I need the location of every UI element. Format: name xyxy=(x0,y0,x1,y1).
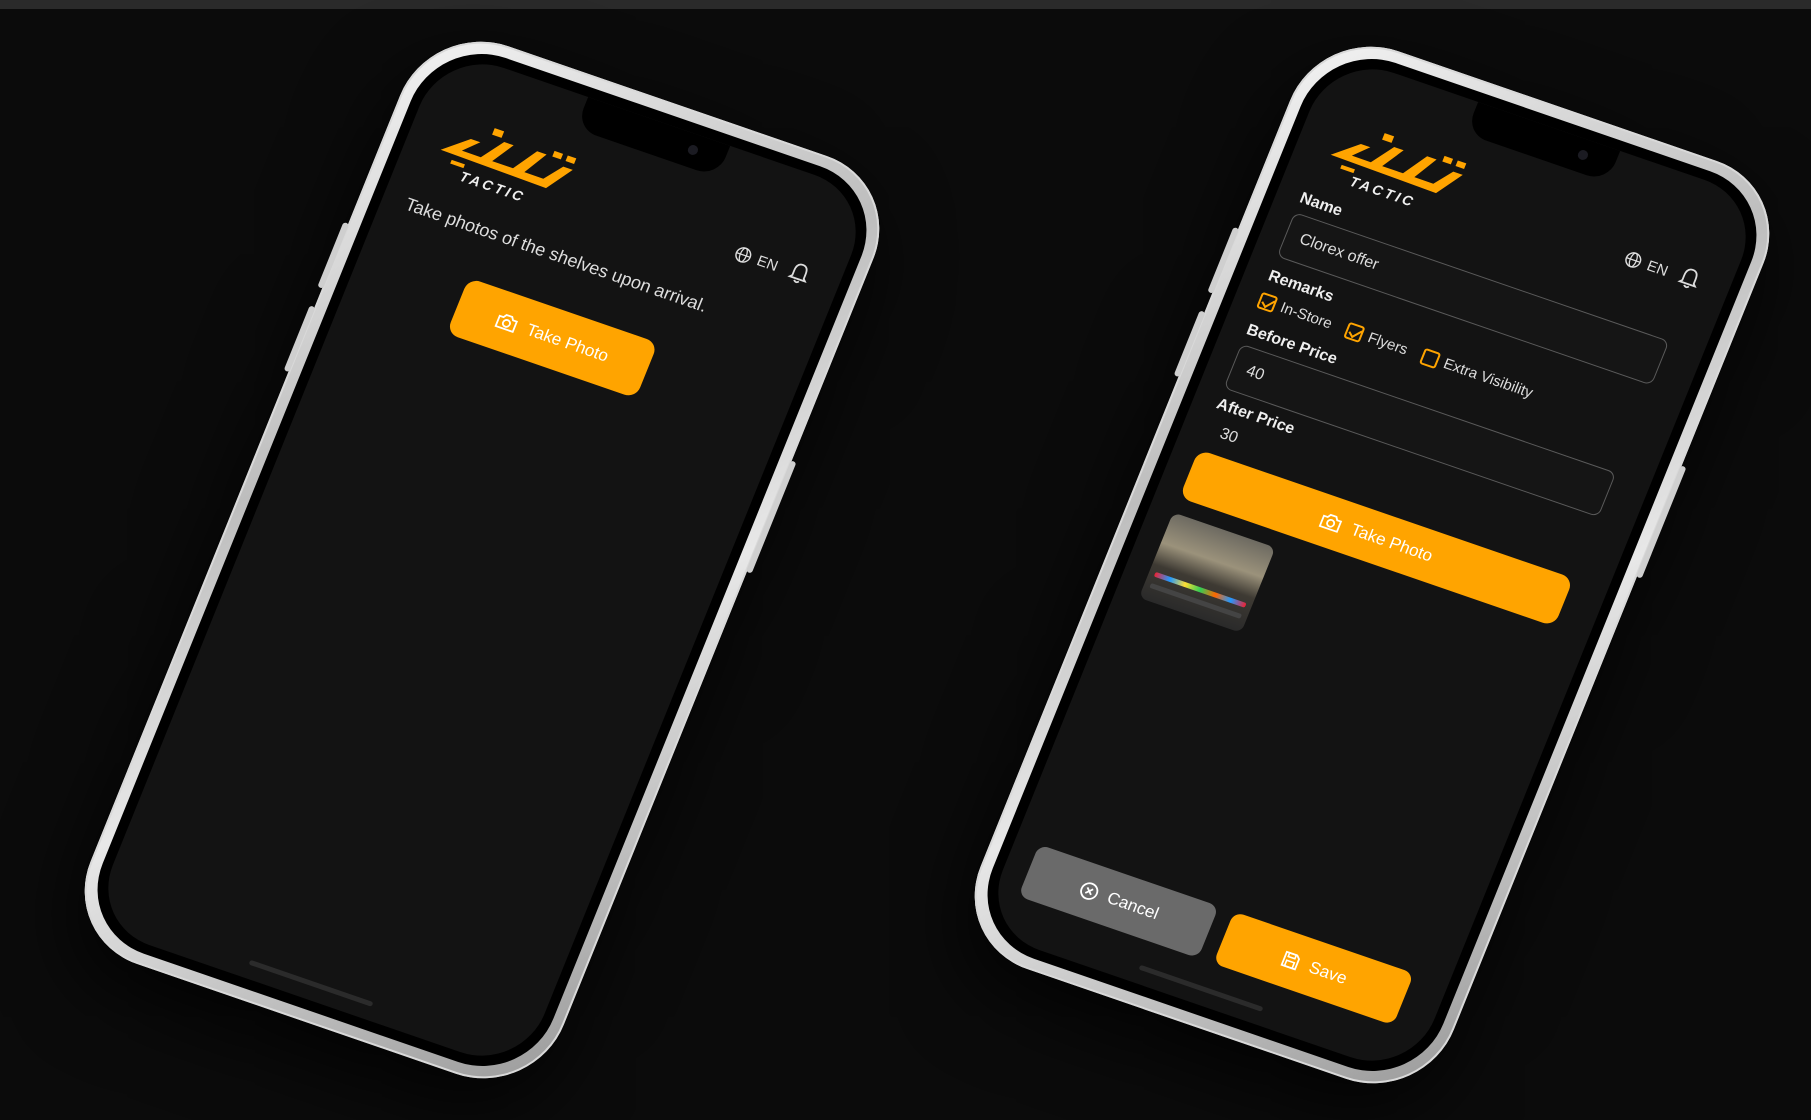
bell-icon[interactable] xyxy=(1675,264,1705,293)
take-photo-button[interactable]: Take Photo xyxy=(446,277,659,399)
camera-icon xyxy=(1319,514,1343,534)
camera-icon xyxy=(494,314,519,334)
phone-screen: TACTIC EN Name Clorex offer Remarks In-S… xyxy=(978,52,1766,1078)
language-selector[interactable]: EN xyxy=(732,244,781,275)
language-selector[interactable]: EN xyxy=(1622,249,1671,280)
notch xyxy=(575,96,731,178)
checkbox-checked[interactable] xyxy=(1256,291,1279,314)
phone-bezel: TACTIC EN Take photos of the shelves upo… xyxy=(75,34,889,1086)
home-indicator xyxy=(248,959,374,1007)
take-photo-label: Take Photo xyxy=(1347,520,1436,566)
window-top-bar xyxy=(0,0,1811,9)
save-label: Save xyxy=(1306,957,1350,988)
camera-icon xyxy=(1576,148,1590,162)
globe-icon xyxy=(1625,252,1642,268)
cancel-label: Cancel xyxy=(1104,888,1162,924)
phone-mockup-left: TACTIC EN Take photos of the shelves upo… xyxy=(59,19,905,1101)
camera-icon xyxy=(686,143,700,157)
checkbox-unchecked[interactable] xyxy=(1419,347,1442,370)
language-label: EN xyxy=(754,252,781,275)
remark-extra-visibility[interactable]: Extra Visibility xyxy=(1419,347,1536,402)
notch xyxy=(1465,101,1621,183)
save-button[interactable]: Save xyxy=(1213,911,1415,1026)
phone-mockup-right: TACTIC EN Name Clorex offer Remarks In-S… xyxy=(949,24,1795,1106)
bell-icon[interactable] xyxy=(785,259,815,288)
floppy-disk-icon xyxy=(1280,950,1300,971)
phone-screen: TACTIC EN Take photos of the shelves upo… xyxy=(88,47,876,1073)
take-photo-label: Take Photo xyxy=(523,320,612,366)
photo-thumbnail[interactable] xyxy=(1138,512,1276,633)
globe-icon xyxy=(735,247,752,263)
remark-flyers[interactable]: Flyers xyxy=(1343,321,1411,359)
close-circle-icon xyxy=(1079,882,1098,900)
cancel-button[interactable]: Cancel xyxy=(1018,844,1220,959)
language-label: EN xyxy=(1644,257,1671,280)
remark-label: Flyers xyxy=(1365,329,1411,359)
remark-label: Extra Visibility xyxy=(1440,355,1536,402)
checkbox-checked[interactable] xyxy=(1343,321,1366,344)
phone-bezel: TACTIC EN Name Clorex offer Remarks In-S… xyxy=(965,39,1779,1091)
